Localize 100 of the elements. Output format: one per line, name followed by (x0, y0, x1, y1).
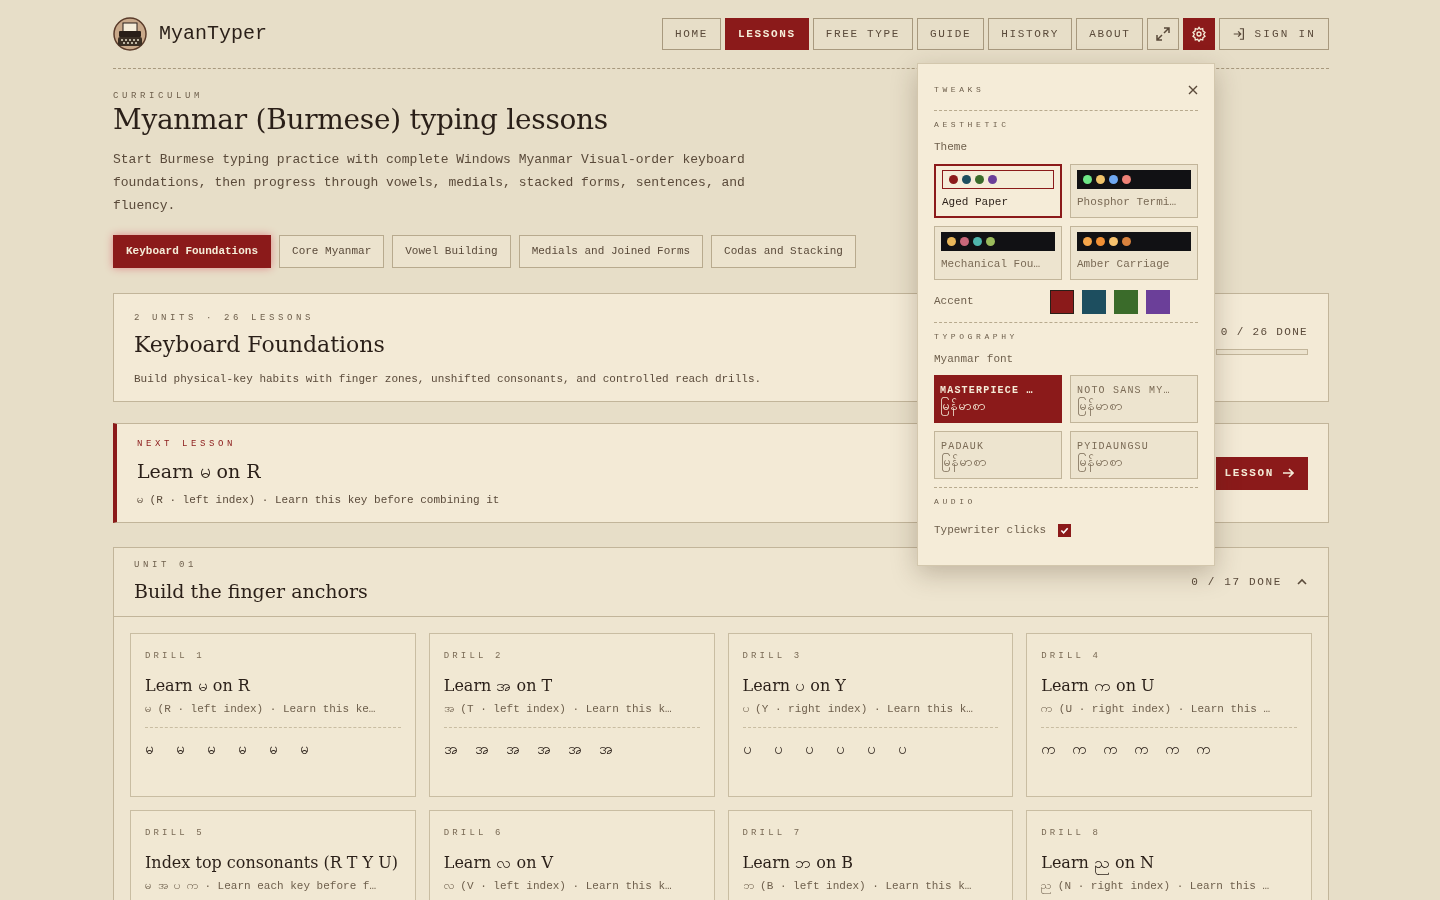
checkmark-icon (1060, 525, 1070, 535)
drill-title: Learn လ on V (443, 851, 555, 874)
field-label: Myanmar font (934, 351, 1015, 367)
drill-label: DRILL 4 (1041, 650, 1103, 663)
practice-key: ပ (773, 739, 791, 762)
settings-button[interactable] (1183, 18, 1216, 50)
close-icon[interactable] (1188, 85, 1198, 95)
next-lesson-eyebrow: NEXT LESSON (137, 437, 237, 451)
sign-in-icon (1232, 27, 1247, 41)
unit-title: Build the finger anchors (134, 578, 368, 604)
drill-detail: အ (T · left index) · Learn this k… (443, 701, 673, 717)
drill-label: DRILL 6 (443, 827, 505, 840)
practice-key: မ (300, 739, 317, 762)
theme-option[interactable]: Aged Paper (934, 163, 1062, 218)
section-heading: AESTHETIC (934, 119, 1011, 131)
drill-card[interactable]: DRILL 2 Learn အ on T အ (T · left index) · Learn this k… အ အ အ အ အ အ (428, 633, 715, 797)
practice-key: မ (207, 739, 224, 762)
field-label: Theme (934, 140, 968, 155)
drill-card[interactable]: DRILL 7 Learn ဘ on B ဘ (B · left index) · Learn this k… (727, 810, 1014, 900)
practice-key: ပ (897, 739, 915, 762)
track-description: Build physical-key habits with finger zones, unshifted consonants, and controlled reach drills. (134, 371, 762, 387)
drill-card[interactable]: DRILL 4 Learn က on U က (U · right index) · Learn this … က က က က က က (1026, 633, 1312, 797)
font-option[interactable]: NOTO SANS MY… မြန်မာစာ (1070, 375, 1198, 423)
track-tab[interactable]: Codas and Stacking (711, 235, 856, 268)
drill-label: DRILL 8 (1041, 827, 1103, 840)
track-tab[interactable]: Medials and Joined Forms (518, 235, 704, 268)
practice-key: အ (443, 739, 461, 762)
next-lesson-title: Learn မ on R (137, 459, 262, 485)
practice-key: က (1103, 739, 1121, 762)
page-description: Start Burmese typing practice with complete Windows Myanmar Visual-order keyboard foundations, then progress through vowels, medials, stacked forms, sentences, and fluency. (113, 151, 746, 215)
section-heading: AUDIO (934, 496, 977, 508)
practice-key: က (1134, 739, 1152, 762)
drill-title: Learn ပ on Y (742, 674, 847, 697)
drill-title: Learn ည on N (1041, 851, 1297, 874)
lesson-button[interactable]: LESSON (1216, 456, 1308, 490)
font-option[interactable]: PYIDAUNGSU မြန်မာစာ (1070, 431, 1198, 479)
drill-detail: မ အ ပ က · Learn each key before f… (145, 878, 378, 894)
font-option[interactable]: PADAUK မြန်မာစာ (934, 431, 1062, 479)
sign-in-button[interactable]: SIGN IN (1219, 18, 1329, 50)
practice-key: အ (598, 739, 616, 762)
arrow-right-icon (1282, 467, 1294, 479)
drill-detail: ဘ (B · left index) · Learn this k… (742, 878, 973, 894)
practice-key: က (1041, 739, 1059, 762)
drill-label: DRILL 2 (443, 650, 505, 663)
drill-detail: မ (R · left index) · Learn this ke… (145, 701, 377, 717)
font-option[interactable]: MASTERPIECE … မြန်မာစာ (934, 375, 1062, 423)
accent-swatch[interactable] (1082, 289, 1106, 314)
practice-key: က (1165, 739, 1183, 762)
drill-label: DRILL 5 (145, 827, 206, 840)
drill-detail: ည (N · right index) · Learn this … (1041, 878, 1271, 894)
nav-tab[interactable]: HISTORY (988, 18, 1073, 50)
next-lesson-detail: မ (R · left index) · Learn this key before combining it (137, 492, 500, 508)
practice-key: မ (176, 739, 193, 762)
track-tab[interactable]: Vowel Building (392, 235, 511, 268)
practice-key: ပ (742, 739, 760, 762)
unit-eyebrow: UNIT 01 (134, 559, 198, 572)
practice-key: အ (474, 739, 492, 762)
practice-key: အ (536, 739, 554, 762)
nav-tab[interactable]: HOME (662, 18, 722, 50)
theme-option[interactable]: Phosphor Termi… (1070, 163, 1198, 218)
field-label: Accent (934, 294, 975, 310)
settings-icon (1191, 26, 1208, 42)
theme-option[interactable]: Amber Carriage (1070, 225, 1198, 280)
drill-title: Learn အ on T (443, 674, 554, 697)
practice-key: မ (238, 739, 255, 762)
practice-key: ပ (804, 739, 822, 762)
section-eyebrow: CURRICULUM (113, 90, 204, 102)
practice-key: မ (269, 739, 286, 762)
nav-tab[interactable]: ABOUT (1076, 18, 1144, 50)
theme-option[interactable]: Mechanical Fou… (934, 225, 1062, 280)
drill-label: DRILL 1 (145, 650, 206, 663)
accent-swatch[interactable] (1050, 289, 1074, 314)
drill-card[interactable]: DRILL 3 Learn ပ on Y ပ (Y · right index) · Learn this k… ပ ပ ပ ပ ပ ပ (727, 633, 1014, 797)
drill-card[interactable]: DRILL 6 Learn လ on V လ (V · left index) · Learn this k… (428, 810, 715, 900)
track-tab[interactable]: Core Myanmar (279, 235, 385, 268)
track-tab[interactable]: Keyboard Foundations (113, 235, 272, 268)
track-meta: 2 UNITS · 26 LESSONS (134, 312, 316, 325)
accent-swatch[interactable] (1146, 289, 1170, 314)
nav-tab[interactable]: FREE TYPE (812, 18, 914, 50)
drill-card[interactable]: DRILL 8 Learn ည on N ည (N · right index) · Learn this … (1026, 810, 1312, 900)
drill-card[interactable]: DRILL 5 Index top consonants (R T Y U) မ အ ပ က · Learn each key before f… (130, 810, 416, 900)
drill-label: DRILL 3 (742, 650, 804, 663)
practice-key: ပ (835, 739, 853, 762)
brand-name[interactable]: MyanTyper (159, 19, 268, 49)
practice-key: ပ (866, 739, 884, 762)
nav-tab[interactable]: LESSONS (725, 18, 809, 50)
drill-title: Learn က on U (1041, 674, 1156, 697)
nav-tab[interactable]: GUIDE (917, 18, 985, 50)
typewriter-clicks-checkbox[interactable] (1058, 523, 1072, 537)
track-title: Keyboard Foundations (134, 330, 386, 359)
section-heading: TYPOGRAPHY (934, 330, 1019, 343)
drill-title: Index top consonants (R T Y U) (145, 851, 399, 874)
practice-key: အ (505, 739, 523, 762)
practice-key: အ (567, 739, 585, 762)
drill-card[interactable]: DRILL 1 Learn မ on R မ (R · left index) · Learn this ke… မ မ မ မ မ မ (130, 633, 416, 797)
accent-swatch[interactable] (1114, 289, 1138, 314)
page-title: Myanmar (Burmese) typing lessons (113, 102, 608, 138)
drill-detail: လ (V · left index) · Learn this k… (443, 878, 673, 894)
fullscreen-button[interactable] (1147, 18, 1180, 50)
drill-detail: ပ (Y · right index) · Learn this k… (742, 701, 974, 717)
